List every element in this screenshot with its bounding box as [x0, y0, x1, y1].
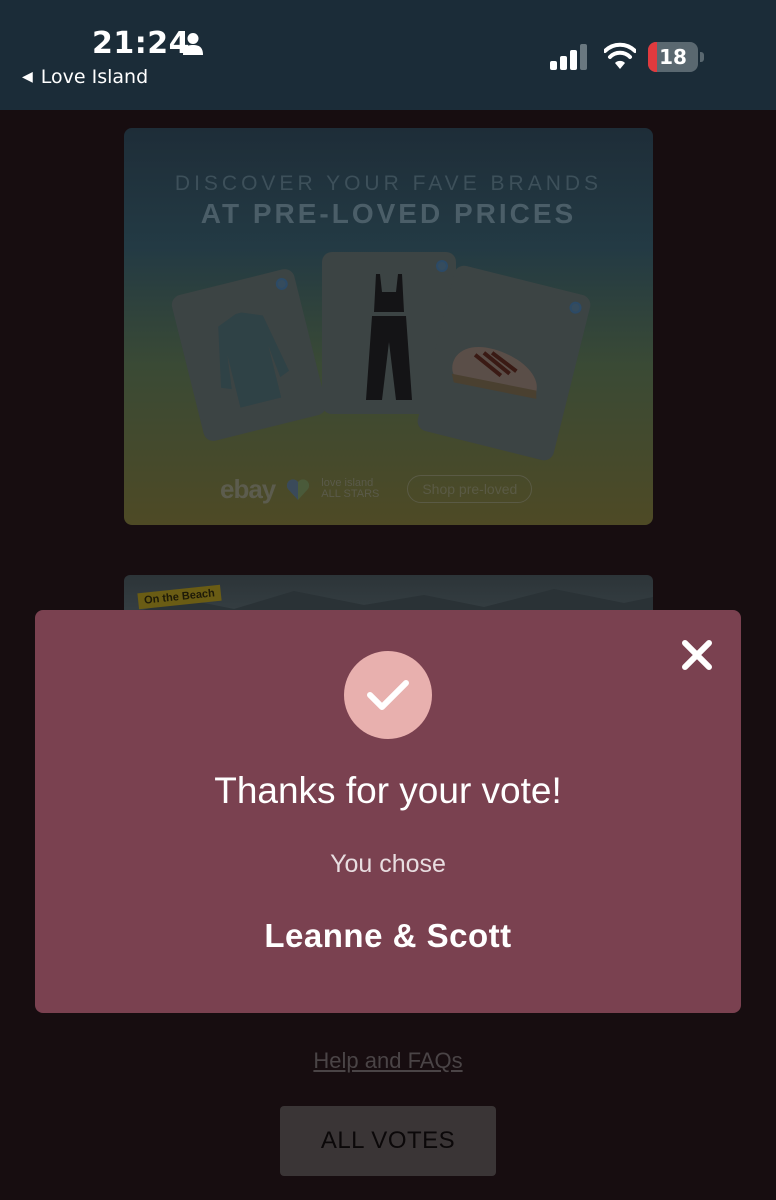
back-to-app-link[interactable]: ◀ Love Island	[22, 66, 148, 88]
close-icon	[682, 640, 712, 670]
ad-footer: ebay love island ALL STARS Shop pre-love…	[220, 473, 533, 504]
check-icon	[367, 680, 409, 710]
product-card-shirt	[169, 266, 329, 444]
back-app-label: Love Island	[40, 66, 149, 88]
status-time: 21:24	[92, 26, 190, 61]
close-button[interactable]	[672, 630, 722, 680]
person-icon	[183, 33, 203, 55]
all-votes-button[interactable]: ALL VOTES	[280, 1106, 496, 1176]
card-badge-icon	[436, 260, 448, 272]
shirt-image	[218, 312, 290, 408]
love-island-heart-icon	[287, 479, 310, 500]
battery-icon: 18	[648, 42, 704, 72]
signal-icon	[550, 44, 587, 70]
love-island-all-stars-logo: love island ALL STARS	[321, 477, 380, 500]
ad-headline-main: AT PRE-LOVED PRICES	[200, 198, 577, 229]
ad-headline-top: DISCOVER YOUR FAVE BRANDS	[174, 172, 603, 195]
battery-level: 18	[659, 45, 687, 69]
vote-choice: Leanne & Scott	[264, 917, 512, 954]
ebay-ad-banner[interactable]: DISCOVER YOUR FAVE BRANDS AT PRE-LOVED P…	[124, 128, 653, 525]
status-bar: 21:24 ◀ Love Island 18	[0, 0, 776, 110]
wifi-icon	[604, 42, 636, 69]
back-caret-icon: ◀	[22, 69, 33, 85]
help-and-faqs-link[interactable]: Help and FAQs	[0, 1048, 776, 1074]
modal-subtitle: You chose	[330, 850, 446, 878]
ebay-logo: ebay	[220, 473, 276, 504]
success-check-badge	[344, 651, 432, 739]
modal-title: Thanks for your vote!	[214, 770, 562, 811]
shop-pre-loved-button[interactable]: Shop pre-loved	[407, 475, 533, 503]
